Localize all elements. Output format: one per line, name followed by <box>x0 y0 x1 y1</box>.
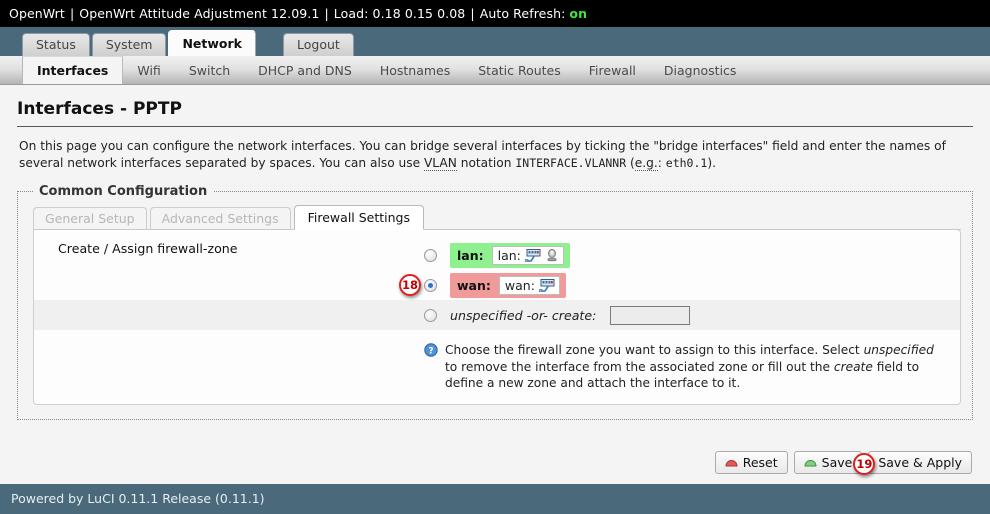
reset-button[interactable]: Reset <box>714 451 788 474</box>
help-circle-icon: ? <box>424 343 438 357</box>
subtab-diagnostics[interactable]: Diagnostics <box>650 56 751 84</box>
tab-logout[interactable]: Logout <box>283 33 354 56</box>
sub-tab-bar: Interfaces Wifi Switch DHCP and DNS Host… <box>0 56 990 85</box>
reset-arrow-icon <box>725 460 738 467</box>
firewall-zone-help-text: Choose the firewall zone you want to ass… <box>445 342 940 392</box>
subtab-firewall[interactable]: Firewall <box>575 56 650 84</box>
zone-unspecified-label: unspecified -or- create: <box>450 307 597 323</box>
desc-code-interface-vlannr: INTERFACE.VLANNR <box>515 156 627 170</box>
auto-refresh-toggle[interactable]: on <box>569 6 587 21</box>
status-load: Load: 0.18 0.15 0.08 <box>333 6 466 21</box>
desc-part-2: notation <box>456 156 516 170</box>
tab-status[interactable]: Status <box>22 33 90 56</box>
auto-refresh-label: Auto Refresh: <box>479 6 566 21</box>
reset-button-label: Reset <box>742 455 778 470</box>
save-apply-button[interactable]: 19 Save & Apply <box>853 451 972 475</box>
tab-system[interactable]: System <box>91 33 167 56</box>
help-part-1: Choose the firewall zone you want to ass… <box>445 343 864 357</box>
zone-member-label-wan: wan: <box>504 277 535 293</box>
subtab-hostnames[interactable]: Hostnames <box>366 56 464 84</box>
status-firmware: OpenWrt Attitude Adjustment 12.09.1 <box>79 6 320 21</box>
page-title: Interfaces - PPTP <box>17 99 973 127</box>
main-tab-bar: Status System Network Logout <box>0 27 990 56</box>
page-footer: Powered by LuCI 0.11.1 Release (0.11.1) <box>0 484 990 513</box>
eg-abbr: e.g. <box>634 156 658 171</box>
form-actions: Reset Save 19 Save & Apply <box>714 451 972 475</box>
status-sep-3: | <box>470 6 475 21</box>
fieldset-legend: Common Configuration <box>39 184 208 199</box>
zone-radio-wan[interactable] <box>424 278 437 292</box>
status-bar: OpenWrt | OpenWrt Attitude Adjustment 12… <box>0 0 990 27</box>
save-apply-button-label: Save & Apply <box>878 455 962 470</box>
annotation-marker-18: 18 <box>399 274 421 296</box>
zone-name-wan: wan: <box>457 277 491 293</box>
zone-chip-lan[interactable]: lan: lan: <box>450 242 570 268</box>
zone-option-lan[interactable]: lan: lan: <box>34 240 960 270</box>
zone-members-wan: wan: <box>498 275 560 295</box>
subtab-dhcp-and-dns[interactable]: DHCP and DNS <box>244 56 366 84</box>
desc-code-eth01: eth0.1 <box>665 156 708 170</box>
inner-tab-firewall-settings[interactable]: Firewall Settings <box>293 205 425 230</box>
zone-members-lan: lan: <box>491 245 564 265</box>
tab-network[interactable]: Network <box>168 30 256 56</box>
status-sep-2: | <box>324 6 329 21</box>
wifi-icon <box>547 249 557 262</box>
create-zone-input[interactable] <box>610 305 691 325</box>
desc-part-4: : <box>657 156 666 170</box>
svg-text:?: ? <box>428 346 433 356</box>
status-host: OpenWrt <box>9 6 65 21</box>
ethernet-icon <box>538 278 555 292</box>
help-part-2: to remove the interface from the associa… <box>445 359 834 374</box>
zone-option-unspecified[interactable]: unspecified -or- create: <box>34 300 960 330</box>
vlan-abbr: VLAN <box>423 156 457 171</box>
content-area: Interfaces - PPTP On this page you can c… <box>0 85 990 484</box>
zone-radio-unspecified[interactable] <box>424 308 437 322</box>
subtab-wifi[interactable]: Wifi <box>123 56 174 84</box>
save-arrow-icon <box>804 460 817 467</box>
zone-option-wan[interactable]: 18 wan: wan: <box>34 270 960 300</box>
firewall-zone-help: ? Choose the firewall zone you want to a… <box>34 330 960 392</box>
status-sep-1: | <box>69 6 75 21</box>
subtab-interfaces[interactable]: Interfaces <box>22 56 124 84</box>
common-configuration-fieldset: Common Configuration General Setup Advan… <box>17 184 973 420</box>
page-description: On this page you can configure the netwo… <box>19 138 971 172</box>
subtab-switch[interactable]: Switch <box>175 56 244 84</box>
footer-text: Powered by LuCI 0.11.1 Release (0.11.1) <box>11 491 265 506</box>
firewall-zone-options: lan: lan: 18 wan: wan: unspecified -or- … <box>34 240 960 330</box>
firewall-settings-panel: Create / Assign firewall-zone lan: lan: <box>33 229 961 405</box>
inner-tab-advanced-settings[interactable]: Advanced Settings <box>149 207 291 229</box>
zone-chip-wan[interactable]: wan: wan: <box>450 272 566 298</box>
desc-part-5: ). <box>707 156 716 170</box>
save-button-label: Save <box>821 455 853 470</box>
zone-name-lan: lan: <box>457 247 484 263</box>
zone-member-label-lan: lan: <box>497 247 521 263</box>
help-em-unspecified: unspecified <box>863 343 934 357</box>
zone-radio-lan[interactable] <box>424 248 437 262</box>
save-button[interactable]: Save <box>793 451 863 474</box>
subtab-static-routes[interactable]: Static Routes <box>464 56 575 84</box>
inner-tab-bar: General Setup Advanced Settings Firewall… <box>33 205 961 230</box>
ethernet-icon <box>524 248 541 262</box>
annotation-marker-19: 19 <box>853 453 876 475</box>
inner-tab-general-setup[interactable]: General Setup <box>33 207 147 229</box>
desc-part-3: ( <box>626 156 635 170</box>
help-em-create: create <box>833 359 873 374</box>
